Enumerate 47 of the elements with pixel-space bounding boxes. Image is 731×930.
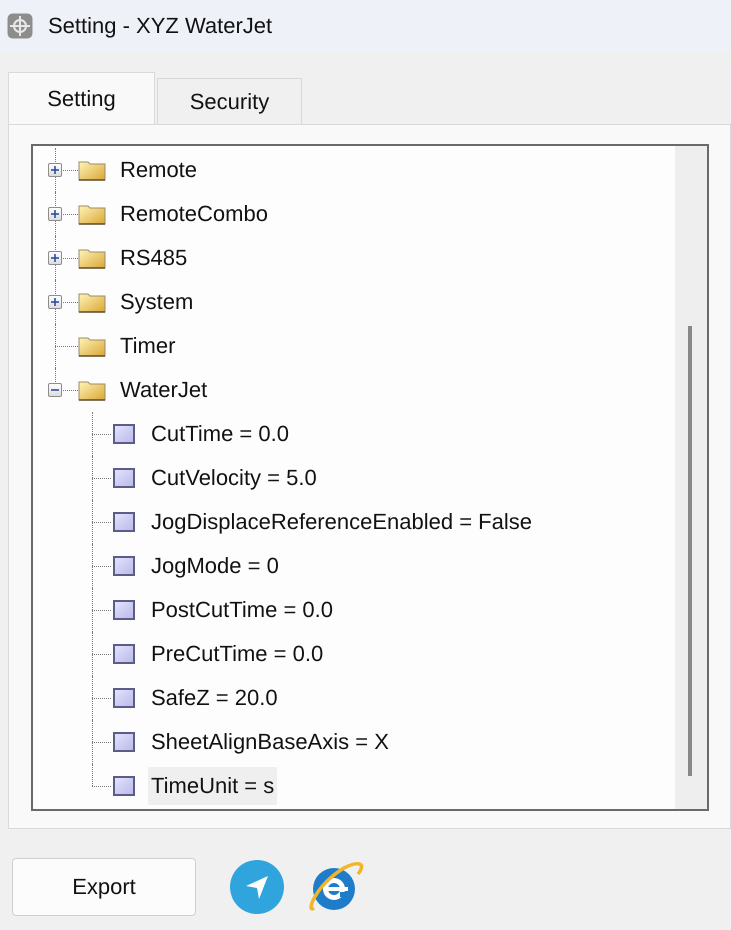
tab[interactable]: Security <box>157 78 302 124</box>
property-icon <box>113 468 135 488</box>
tree-folder-label[interactable]: RS485 <box>118 243 190 273</box>
scrollbar-thumb[interactable] <box>688 326 692 776</box>
folder-icon <box>78 379 106 401</box>
property-icon <box>113 424 135 444</box>
plus-icon <box>50 165 60 175</box>
tree-property-label[interactable]: JogMode = 0 <box>148 547 282 585</box>
folder-icon <box>78 203 106 225</box>
property-icon <box>113 644 135 664</box>
property-icon <box>113 688 135 708</box>
tree-property-label[interactable]: CutVelocity = 5.0 <box>148 459 320 497</box>
property-icon <box>113 732 135 752</box>
property-icon <box>113 512 135 532</box>
expand-toggle[interactable] <box>48 163 62 177</box>
tree-property-label[interactable]: TimeUnit = s <box>148 767 278 805</box>
tree-property-label[interactable]: PreCutTime = 0.0 <box>148 635 326 673</box>
property-icon <box>113 556 135 576</box>
plus-icon <box>50 297 60 307</box>
property-icon <box>113 776 135 796</box>
tree-property-label[interactable]: SafeZ = 20.0 <box>148 679 281 717</box>
expand-toggle[interactable] <box>48 295 62 309</box>
tree-folder-label[interactable]: Remote <box>118 155 200 185</box>
tree-folder-label[interactable]: Timer <box>118 331 178 361</box>
expand-toggle[interactable] <box>48 383 62 397</box>
plus-icon <box>50 209 60 219</box>
plus-icon <box>50 253 60 263</box>
tree-property-label[interactable]: PostCutTime = 0.0 <box>148 591 336 629</box>
window-title: Setting - XYZ WaterJet <box>48 13 272 39</box>
scrollbar[interactable] <box>675 146 707 809</box>
tab[interactable]: Setting <box>8 72 155 124</box>
folder-icon <box>78 335 106 357</box>
folder-icon <box>78 291 106 313</box>
export-button[interactable]: Export <box>12 858 196 916</box>
tree-folder-label[interactable]: System <box>118 287 196 317</box>
crosshair-icon <box>7 13 33 39</box>
paper-plane-icon[interactable] <box>228 858 286 916</box>
tree-folder-label[interactable]: WaterJet <box>118 375 210 405</box>
tree-property-label[interactable]: JogDisplaceReferenceEnabled = False <box>148 503 535 541</box>
folder-icon <box>78 159 106 181</box>
expand-toggle[interactable] <box>48 207 62 221</box>
tree-property-label[interactable]: SheetAlignBaseAxis = X <box>148 723 392 761</box>
property-icon <box>113 600 135 620</box>
tree-property-label[interactable]: CutTime = 0.0 <box>148 415 292 453</box>
folder-icon <box>78 247 106 269</box>
tree-folder-label[interactable]: RemoteCombo <box>118 199 270 229</box>
expand-toggle[interactable] <box>48 251 62 265</box>
